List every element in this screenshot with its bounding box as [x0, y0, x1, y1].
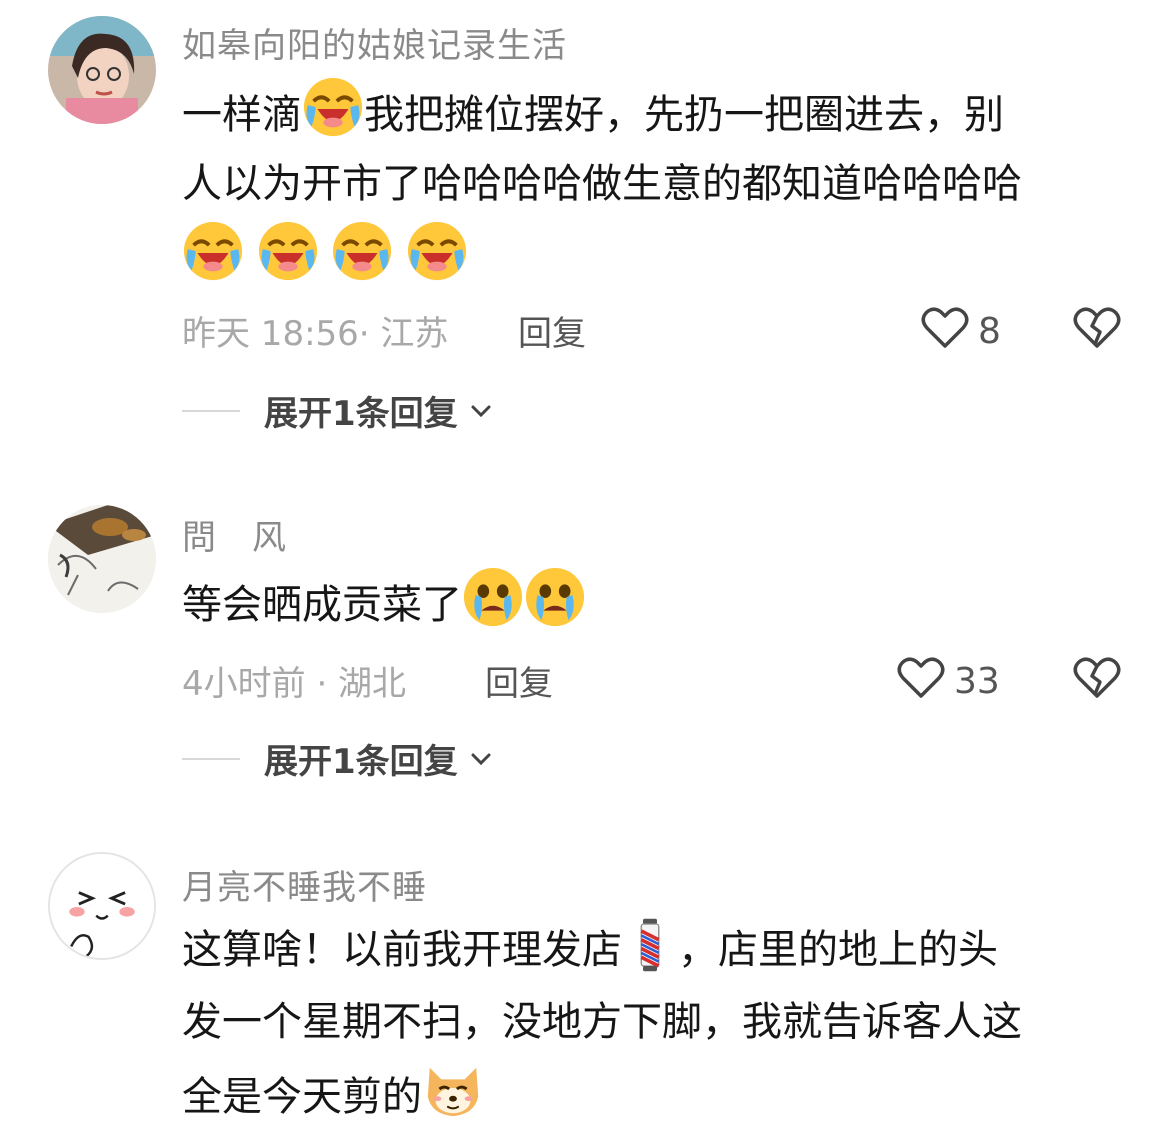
heart-icon — [920, 304, 970, 359]
crying-emoji — [524, 566, 586, 628]
comment-username[interactable]: 月亮不睡我不睡 — [182, 860, 427, 909]
comment-meta: 4小时前 · 湖北 — [182, 664, 407, 704]
comment-meta: 昨天 18:56· 江苏 — [182, 314, 449, 354]
barber-pole-emoji — [622, 917, 678, 973]
chevron-down-icon — [471, 405, 491, 417]
like-count: 33 — [954, 661, 1000, 702]
laughing-crying-emoji — [182, 220, 244, 282]
avatar[interactable] — [48, 505, 156, 613]
laughing-crying-emoji — [331, 220, 393, 282]
dislike-button[interactable] — [1072, 654, 1122, 704]
chevron-down-icon — [471, 753, 491, 765]
reply-button[interactable]: 回复 — [485, 656, 553, 705]
expand-replies-label: 展开1条回复 — [264, 742, 458, 782]
expand-replies-label: 展开1条回复 — [264, 394, 458, 434]
doge-emoji — [422, 1058, 484, 1120]
broken-heart-icon — [1072, 657, 1122, 704]
comment-text: 等会晒成贡菜了 — [182, 566, 1122, 638]
divider — [182, 757, 240, 760]
laughing-crying-emoji — [406, 220, 468, 282]
divider — [182, 409, 240, 412]
expand-replies-button[interactable]: 展开1条回复 — [182, 734, 494, 783]
like-button[interactable]: 33 — [896, 654, 1000, 709]
expand-replies-button[interactable]: 展开1条回复 — [182, 386, 494, 435]
broken-heart-icon — [1072, 307, 1122, 354]
avatar[interactable] — [48, 16, 156, 124]
dislike-button[interactable] — [1072, 304, 1122, 354]
heart-icon — [896, 654, 946, 709]
comment-text: 这算啥！以前我开理发店 ，店里的地上的头 发一个星期不扫，没地方下脚，我就告诉客人… — [182, 914, 1122, 1130]
like-button[interactable]: 8 — [920, 304, 1001, 359]
like-count: 8 — [978, 311, 1001, 352]
comment-username[interactable]: 問 风 — [182, 510, 287, 559]
crying-emoji — [462, 566, 524, 628]
laughing-crying-emoji — [257, 220, 319, 282]
laughing-crying-emoji — [302, 76, 364, 138]
avatar[interactable] — [48, 852, 156, 960]
comment-username[interactable]: 如皋向阳的姑娘记录生活 — [182, 18, 567, 67]
reply-button[interactable]: 回复 — [518, 306, 586, 355]
comment-text: 一样滴 我把摊位摆好，先扔一把圈进去，别 人以为开市了哈哈哈哈做生意的都知道哈哈哈… — [182, 76, 1122, 292]
